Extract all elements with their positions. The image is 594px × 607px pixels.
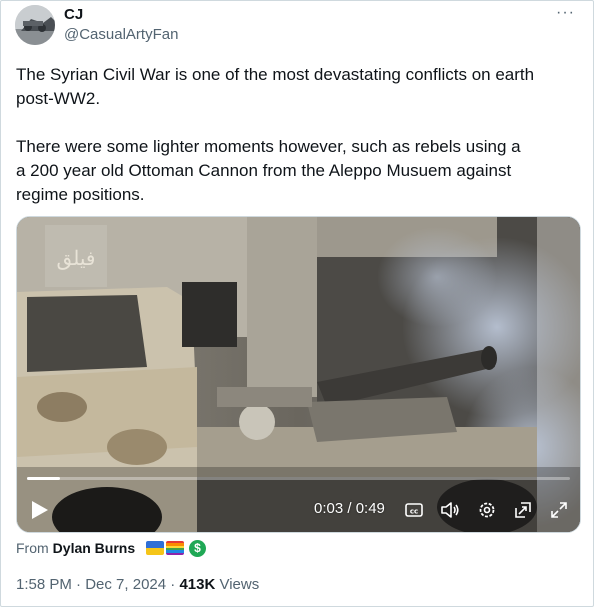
video-time: 0:03 / 0:49 xyxy=(314,500,385,517)
tweet-date[interactable]: Dec 7, 2024 xyxy=(85,576,166,593)
svg-text:cc: cc xyxy=(410,508,418,516)
tweet-card: CJ @CasualArtyFan ··· The Syrian Civil W… xyxy=(0,0,594,607)
fullscreen-icon[interactable] xyxy=(549,500,569,520)
attribution-source[interactable]: Dylan Burns xyxy=(53,540,135,556)
play-icon[interactable] xyxy=(31,500,49,520)
attribution-prefix: From xyxy=(16,540,49,556)
tweet-text: The Syrian Civil War is one of the most … xyxy=(16,63,576,207)
meta-separator: · xyxy=(71,576,86,593)
tweet-paragraph-1: The Syrian Civil War is one of the most … xyxy=(16,65,535,108)
rainbow-flag-icon xyxy=(166,541,184,555)
video-progress-fill xyxy=(27,477,61,480)
more-dots-icon[interactable]: ··· xyxy=(556,5,575,21)
tweet-meta: 1:58 PM · Dec 7, 2024 · 413K Views xyxy=(16,576,259,594)
video-controls: 0:03 / 0:49 cc xyxy=(17,482,580,532)
video-player[interactable]: ﻓﻴﻠﻖ 0:03 / 0:49 cc xyxy=(16,216,581,533)
picture-in-picture-icon[interactable] xyxy=(513,500,533,520)
author-name[interactable]: CJ xyxy=(64,6,83,24)
author-avatar[interactable] xyxy=(15,5,55,45)
captions-icon[interactable]: cc xyxy=(404,500,424,520)
svg-text:ﻓﻴﻠﻖ: ﻓﻴﻠﻖ xyxy=(57,246,96,270)
volume-icon[interactable] xyxy=(440,500,460,520)
views-label: Views xyxy=(215,576,260,593)
settings-icon[interactable] xyxy=(477,500,497,520)
tweet-time[interactable]: 1:58 PM xyxy=(16,576,72,593)
avatar-photo-icon xyxy=(15,5,55,45)
meta-separator: · xyxy=(166,576,180,593)
video-attribution: From Dylan Burns xyxy=(16,539,135,557)
tweet-paragraph-2: There were some lighter moments however,… xyxy=(16,137,521,204)
views-count: 413K xyxy=(179,576,216,593)
dollar-coin-icon: $ xyxy=(189,540,206,557)
author-handle[interactable]: @CasualArtyFan xyxy=(64,26,178,44)
video-progress-bar[interactable] xyxy=(27,477,570,480)
ukraine-flag-icon xyxy=(146,541,164,555)
